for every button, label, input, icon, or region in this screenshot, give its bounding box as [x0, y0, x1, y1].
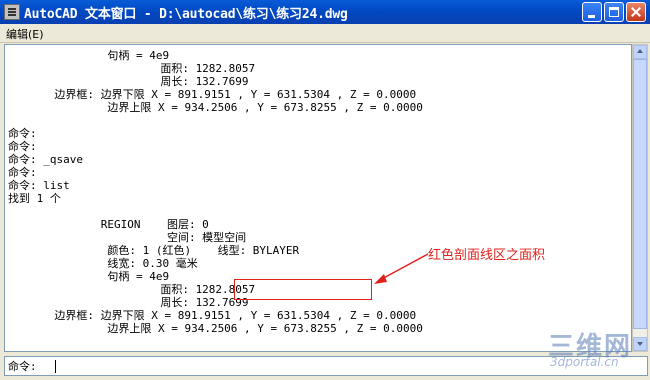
autocad-text-window: AutoCAD 文本窗口 - D:\autocad\练习\练习24.dwg 编辑…: [0, 0, 650, 380]
history-line: 颜色: 1 (红色) 线型: BYLAYER: [8, 244, 300, 257]
history-line: 边界上限 X = 934.2506 , Y = 673.8255 , Z = 0…: [8, 101, 423, 114]
close-button[interactable]: [626, 2, 646, 22]
maximize-button[interactable]: [604, 2, 624, 22]
history-line: 边界框: 边界下限 X = 891.9151 , Y = 631.5304 , …: [8, 88, 417, 101]
history-line: 线宽: 0.30 毫米: [8, 257, 198, 270]
scroll-up-arrow-icon[interactable]: [633, 45, 647, 59]
minimize-button[interactable]: [582, 2, 602, 22]
history-line: 空间: 模型空间: [8, 231, 247, 244]
history-line: 命令:: [8, 127, 37, 140]
window-title: AutoCAD 文本窗口 - D:\autocad\练习\练习24.dwg: [24, 7, 348, 22]
history-line: REGION 图层: 0: [8, 218, 209, 231]
history-line: 找到 1 个: [8, 192, 61, 205]
menu-bar: 编辑(E): [0, 24, 650, 43]
site-watermark: 三维网 3dportal.cn: [548, 326, 644, 372]
history-line: 句柄 = 4e9: [8, 49, 170, 62]
history-line: 命令:: [8, 140, 37, 153]
scroll-thumb[interactable]: [633, 59, 647, 329]
history-line: 周长: 132.7699: [8, 296, 249, 309]
area-highlight-box: [234, 279, 372, 300]
history-line: 边界上限 X = 934.2506 , Y = 673.8255 , Z = 0…: [8, 322, 423, 335]
vertical-scrollbar[interactable]: [632, 44, 648, 352]
annotation-label: 红色剖面线区之面积: [428, 248, 546, 263]
watermark-url: 3dportal.cn: [550, 355, 619, 369]
history-line: 命令: list: [8, 179, 70, 192]
text-history-area[interactable]: 句柄 = 4e9 面积: 1282.8057 周长: 132.7699 边界框:…: [4, 44, 632, 352]
menu-item-edit[interactable]: 编辑(E): [6, 26, 44, 42]
history-line: 面积: 1282.8057: [8, 62, 256, 75]
text-caret: [55, 360, 56, 373]
title-bar[interactable]: AutoCAD 文本窗口 - D:\autocad\练习\练习24.dwg: [0, 0, 650, 25]
history-line: 面积: 1282.8057: [8, 283, 256, 296]
history-line: 边界框: 边界下限 X = 891.9151 , Y = 631.5304 , …: [8, 309, 417, 322]
app-icon[interactable]: [4, 4, 20, 20]
command-prompt: 命令:: [8, 360, 37, 373]
history-line: 命令:: [8, 166, 37, 179]
history-line: 句柄 = 4e9: [8, 270, 170, 283]
history-line: 命令: _qsave: [8, 153, 83, 166]
history-line: 周长: 132.7699: [8, 75, 249, 88]
